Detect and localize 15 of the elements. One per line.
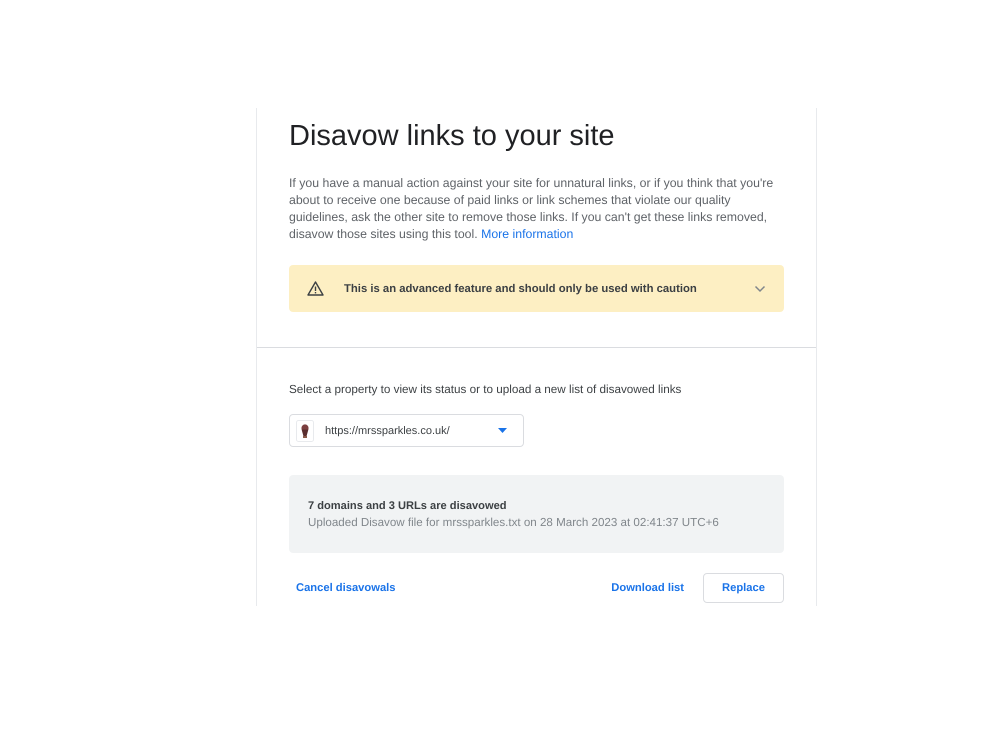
- status-detail: Uploaded Disavow file for mrssparkles.txt on 28 March 2023 at 02:41:37 UTC+6: [308, 515, 719, 531]
- page-title: Disavow links to your site: [289, 119, 615, 154]
- selected-property-url: https://mrssparkles.co.uk/: [325, 424, 451, 436]
- outlined-button[interactable]: Replace: [703, 573, 784, 603]
- property-prompt: Select a property to view its status or to upload a new list of disavowed links: [289, 382, 682, 398]
- site-logo-icon: [296, 420, 314, 442]
- warning-icon: [307, 281, 324, 296]
- status-heading: 7 domains and 3 URLs are disavowed: [308, 499, 507, 514]
- more-information-link[interactable]: More information: [481, 227, 574, 241]
- chevron-down-icon: [754, 284, 766, 292]
- warning-banner[interactable]: This is an advanced feature and should only be used with caution: [289, 265, 784, 312]
- warning-text: This is an advanced feature and should only be used with caution: [344, 282, 698, 294]
- description-paragraph: If you have a manual action against your site for unnatural links, or if you think that you're about to receive one because of paid links or link schemes that violate our quality guidelines, ask the other site to remove those links. If you can't get these links removed, disavow those sites using this tool. More information: [289, 175, 774, 243]
- dropdown-caret-icon: [498, 428, 507, 433]
- property-dropdown[interactable]: https://mrssparkles.co.uk/: [289, 414, 524, 447]
